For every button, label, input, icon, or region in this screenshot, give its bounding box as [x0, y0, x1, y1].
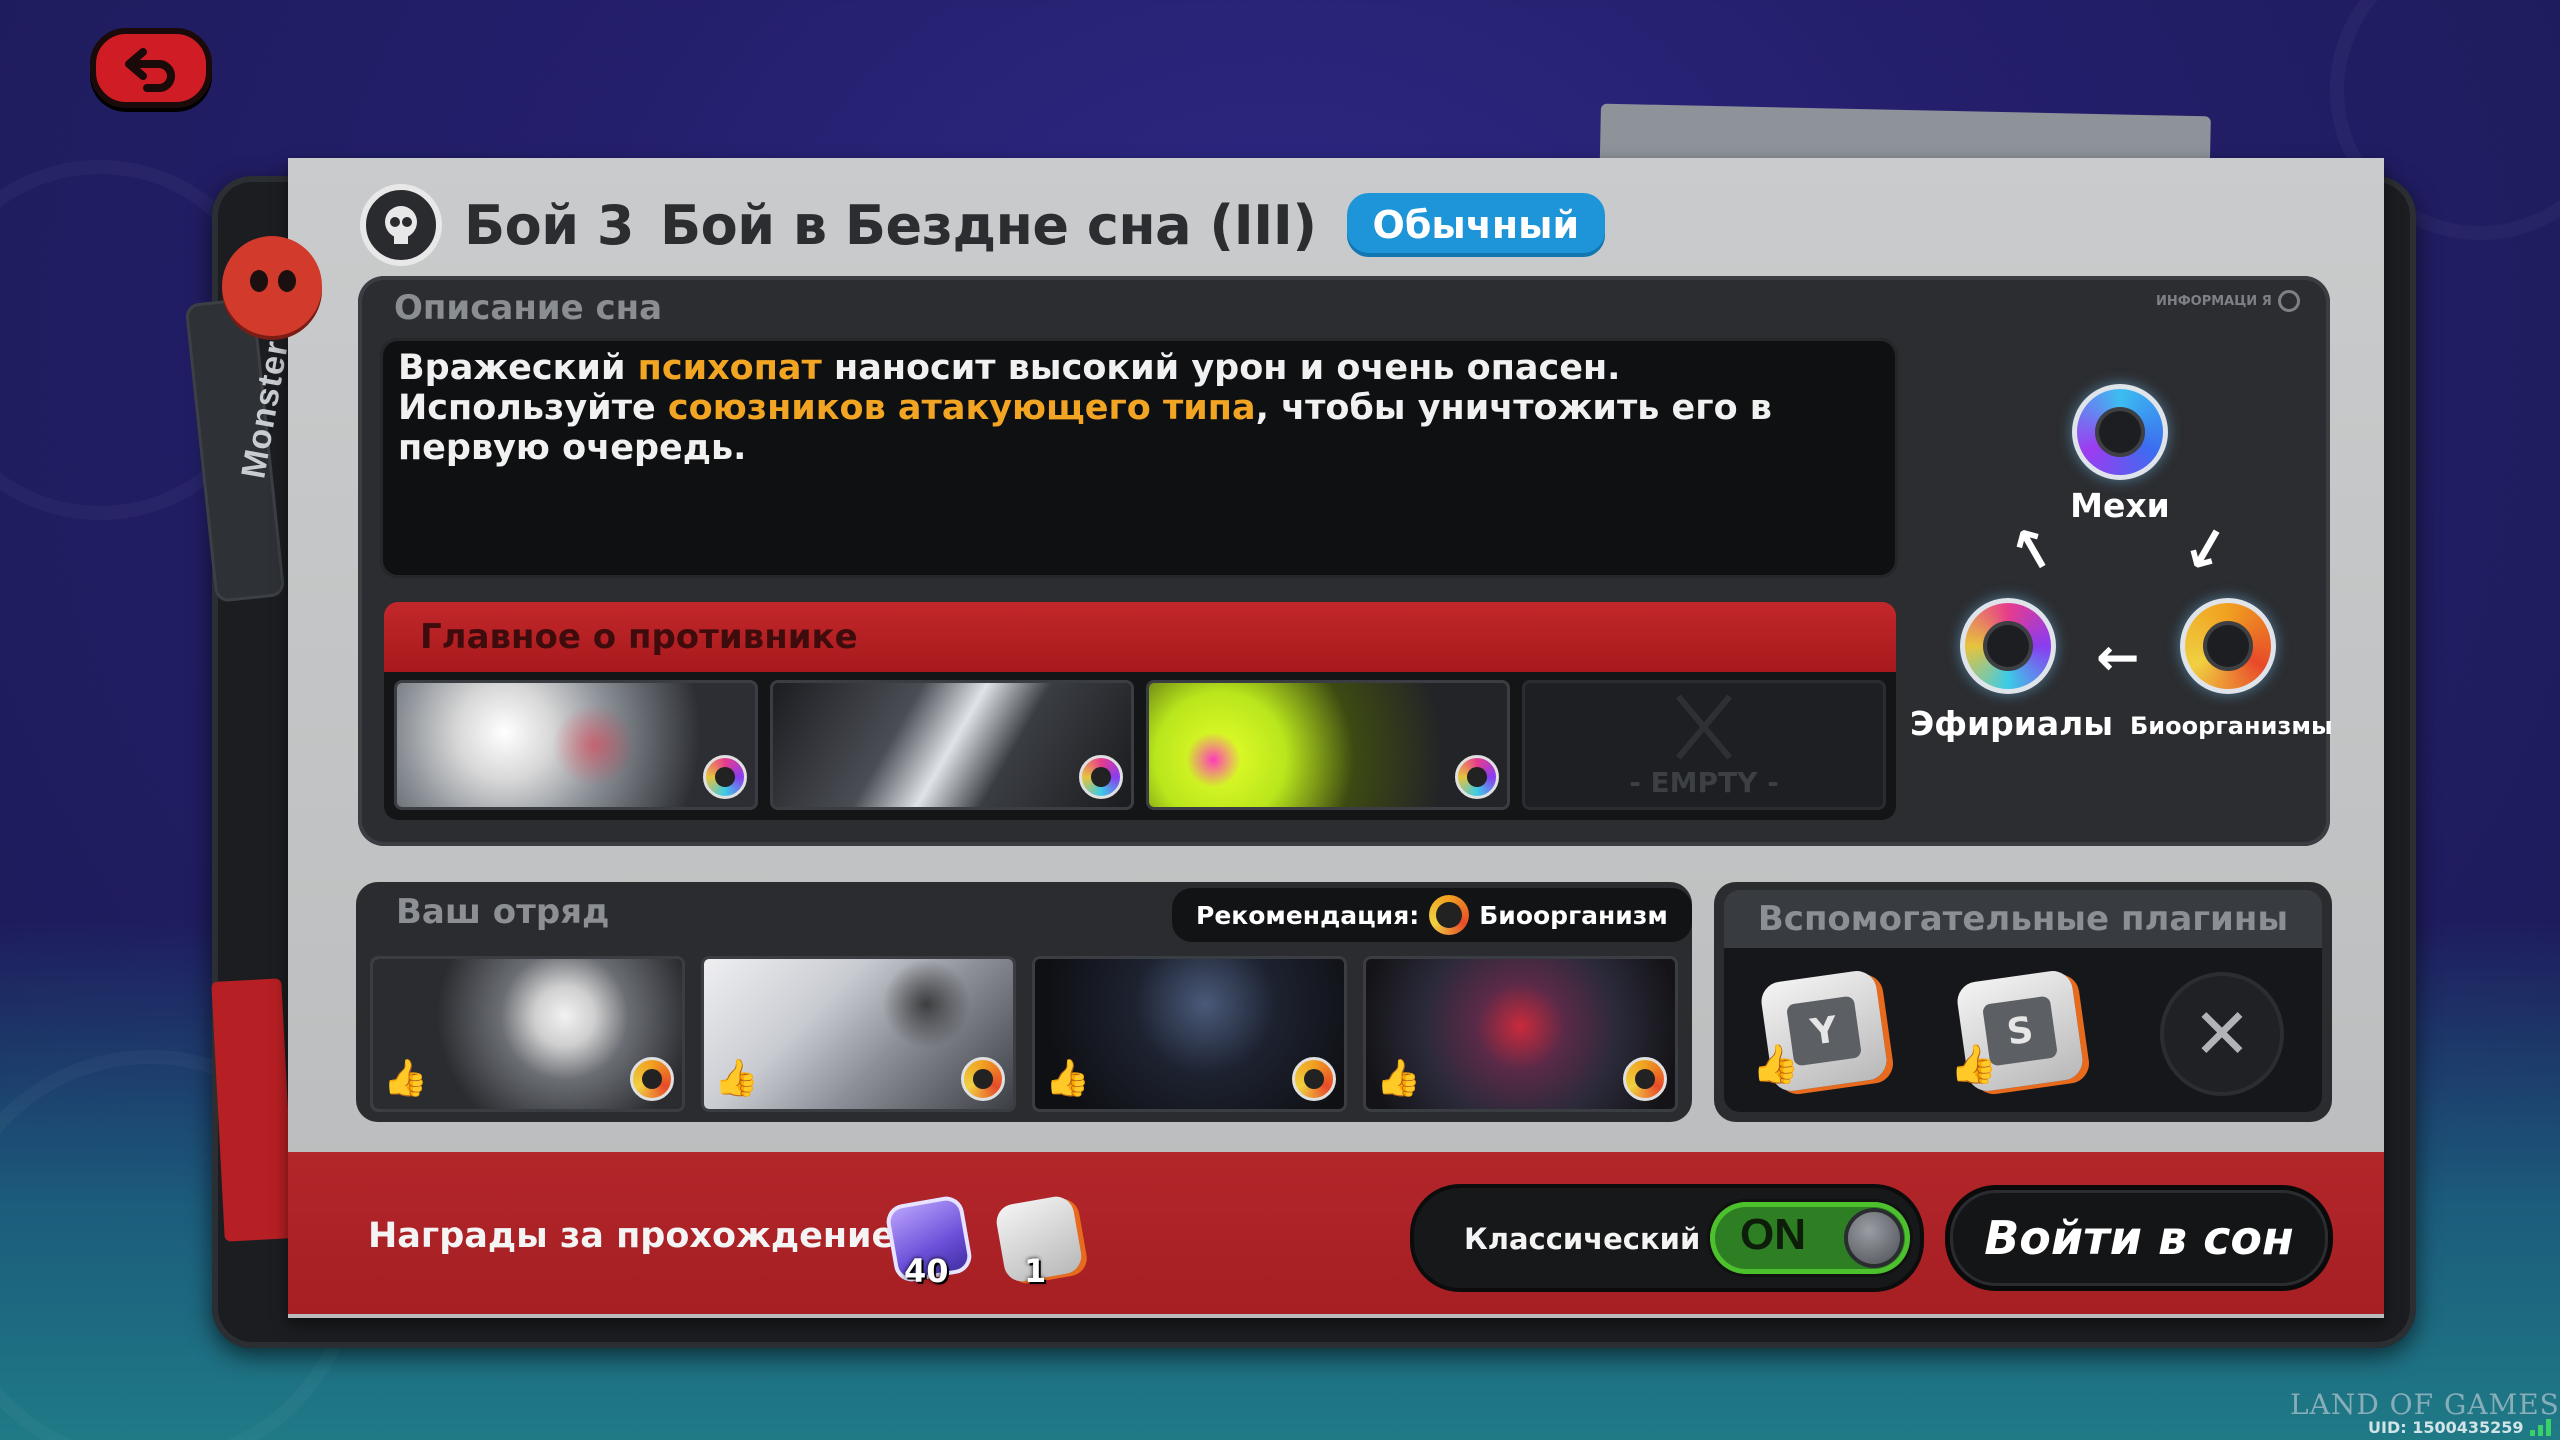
- squad-member-card[interactable]: 👍: [1363, 956, 1678, 1112]
- squad-label: Ваш отряд: [396, 892, 610, 932]
- plugin-empty-slot[interactable]: ✕: [2160, 972, 2284, 1096]
- signal-icon: [2530, 1418, 2552, 1436]
- mech-faction-icon: [2072, 384, 2168, 480]
- ethereal-faction-icon: [1960, 598, 2056, 694]
- recommendation-badge: Рекомендация: Биоорганизм: [1172, 888, 1692, 942]
- bio-faction-icon: [2180, 598, 2276, 694]
- info-label: ИНФОРМАЦИ Я: [2156, 293, 2272, 309]
- thumbs-up-icon: 👍: [714, 1058, 759, 1099]
- back-button[interactable]: [90, 28, 212, 108]
- thumbs-up-icon: 👍: [383, 1058, 428, 1099]
- battle-number: Бой 3: [464, 193, 634, 257]
- thumbs-up-icon: 👍: [1752, 1042, 1800, 1086]
- difficulty-badge: Обычный: [1346, 193, 1606, 257]
- description-text: Вражеский психопат наносит высокий урон …: [380, 338, 1898, 578]
- bio-faction-icon: [1292, 1057, 1336, 1101]
- ethereal-faction-icon: [1455, 755, 1499, 799]
- bio-faction-icon: [1429, 895, 1470, 935]
- reward-count: 1: [1024, 1252, 1047, 1290]
- battle-name: Бой в Бездне сна (III): [659, 193, 1317, 257]
- title-row: Бой 3 Бой в Бездне сна (III) Обычный: [360, 170, 1606, 280]
- enter-dream-button[interactable]: Войти в сон: [1950, 1190, 2328, 1286]
- watermark: LAND OF GAMES: [2290, 1388, 2560, 1421]
- enemy-card[interactable]: [770, 680, 1134, 810]
- back-arrow-icon: [125, 48, 175, 92]
- enemy-list: - EMPTY -: [384, 672, 1896, 820]
- enemy-empty-slot: - EMPTY -: [1522, 680, 1886, 810]
- enemy-card[interactable]: [1146, 680, 1510, 810]
- thumbs-up-icon: 👍: [1376, 1058, 1421, 1099]
- octopus-mascot-icon: [222, 236, 322, 336]
- empty-label: - EMPTY -: [1629, 766, 1779, 799]
- desc-highlight-1: психопат: [637, 348, 822, 388]
- enemy-card[interactable]: [394, 680, 758, 810]
- ethereal-faction-icon: [1079, 755, 1123, 799]
- thumbs-up-icon: 👍: [1045, 1058, 1090, 1099]
- enemy-section-header: Главное о противнике: [384, 602, 1896, 672]
- desc-highlight-2: союзников атакующего типа: [667, 388, 1256, 428]
- page-title: Бой 3 Бой в Бездне сна (III): [464, 194, 1317, 257]
- uid-label: UID: 1500435259: [2368, 1418, 2524, 1437]
- squad-member-card[interactable]: 👍: [1032, 956, 1347, 1112]
- reward-count: 40: [904, 1252, 949, 1290]
- bio-faction-icon: [1623, 1057, 1667, 1101]
- info-button[interactable]: ИНФОРМАЦИ Я: [2156, 290, 2300, 312]
- bio-faction-icon: [961, 1057, 1005, 1101]
- squad-member-card[interactable]: 👍: [701, 956, 1016, 1112]
- bio-faction-icon: [630, 1057, 674, 1101]
- classic-mode-toggle[interactable]: ON: [1710, 1202, 1910, 1274]
- plugins-header: Вспомогательные плагины: [1724, 890, 2322, 948]
- ethereal-label: Эфириалы: [1910, 704, 2114, 743]
- info-icon: [2277, 290, 2300, 312]
- recommendation-value: Биоорганизм: [1479, 900, 1668, 930]
- thumbs-up-icon: 👍: [1950, 1042, 1998, 1086]
- rewards-label: Награды за прохождение:: [368, 1216, 910, 1256]
- recommendation-label: Рекомендация:: [1196, 900, 1420, 930]
- bio-label: Биоорганизмы: [2130, 712, 2333, 740]
- description-label: Описание сна: [394, 288, 663, 328]
- ethereal-faction-icon: [703, 755, 747, 799]
- close-icon: ✕: [2192, 993, 2252, 1075]
- cycle-arrow-icon: ←: [2096, 628, 2140, 688]
- desc-text-1: Вражеский: [398, 348, 638, 388]
- toggle-knob: [1848, 1212, 1900, 1264]
- side-card: [211, 978, 295, 1242]
- mech-label: Мехи: [2070, 486, 2170, 525]
- squad-member-card[interactable]: 👍: [370, 956, 685, 1112]
- toggle-state: ON: [1740, 1210, 1806, 1259]
- squad-list: 👍 👍 👍 👍: [370, 956, 1678, 1114]
- skull-icon: [360, 184, 442, 266]
- classic-mode-label: Классический: [1464, 1222, 1701, 1256]
